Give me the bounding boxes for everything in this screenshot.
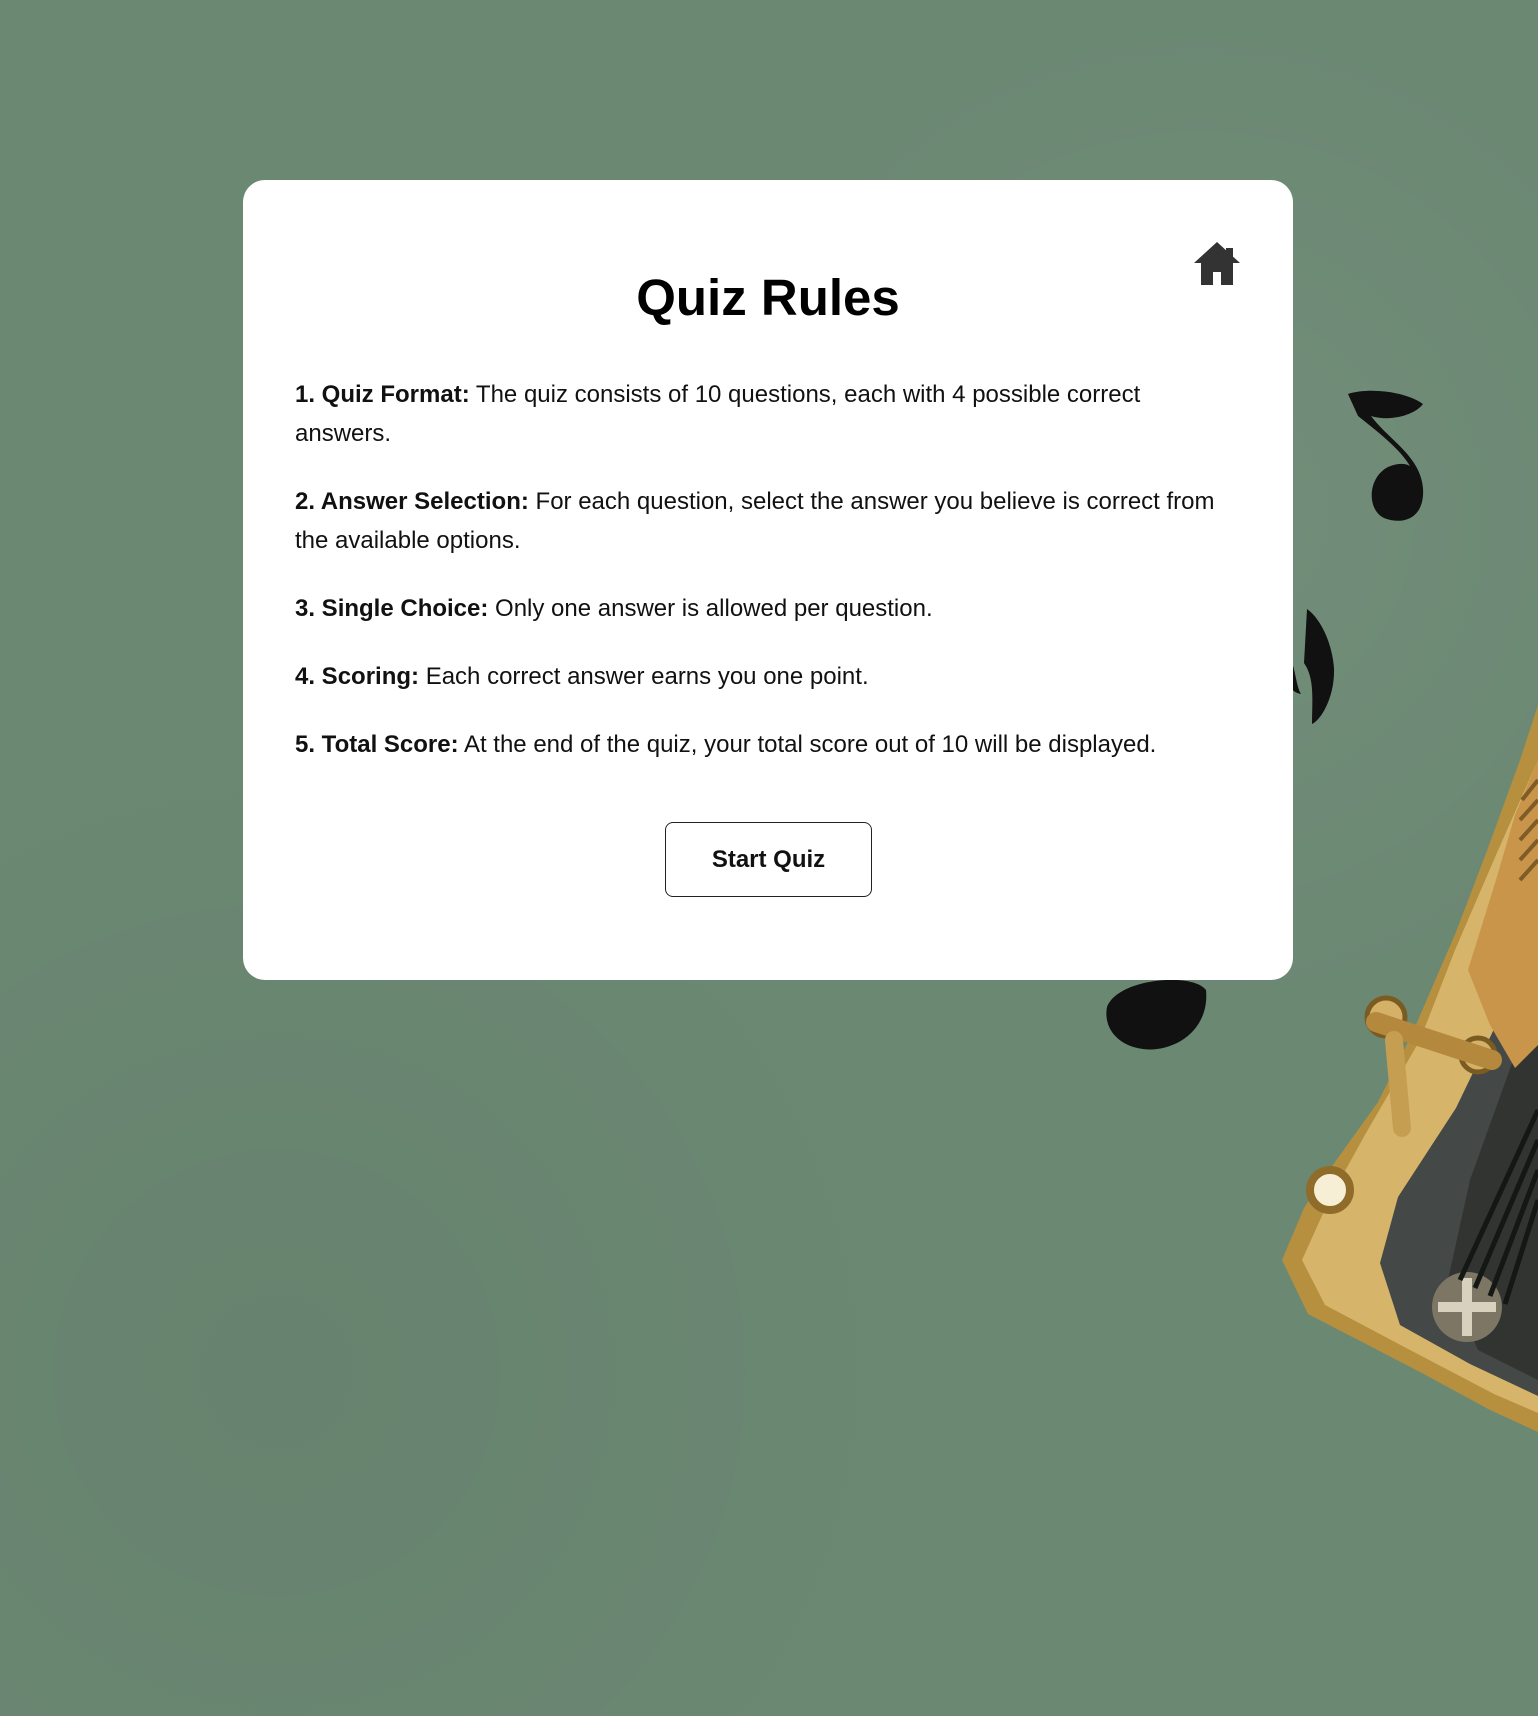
start-quiz-button[interactable]: Start Quiz	[665, 822, 872, 897]
page-title: Quiz Rules	[636, 269, 900, 326]
rule-label: 4. Scoring:	[295, 663, 420, 690]
rule-scoring: 4. Scoring: Each correct answer earns yo…	[295, 657, 1241, 696]
rule-label: 3. Single Choice:	[295, 595, 489, 622]
rule-label: 1. Quiz Format:	[295, 381, 470, 408]
rule-text: Only one answer is allowed per question.	[488, 595, 933, 622]
rule-quiz-format: 1. Quiz Format: The quiz consists of 10 …	[295, 375, 1241, 453]
rule-total-score: 5. Total Score: At the end of the quiz, …	[295, 725, 1241, 764]
rule-single-choice: 3. Single Choice: Only one answer is all…	[295, 589, 1241, 628]
quiz-rules-card: Quiz Rules 1. Quiz Format: The quiz cons…	[243, 180, 1293, 980]
rule-answer-selection: 2. Answer Selection: For each question, …	[295, 482, 1241, 560]
rules-list: 1. Quiz Format: The quiz consists of 10 …	[295, 375, 1241, 793]
rule-label: 2. Answer Selection:	[295, 488, 529, 515]
rule-text: Each correct answer earns you one point.	[419, 663, 869, 690]
rule-label: 5. Total Score:	[295, 731, 459, 758]
rule-text: At the end of the quiz, your total score…	[458, 731, 1157, 758]
